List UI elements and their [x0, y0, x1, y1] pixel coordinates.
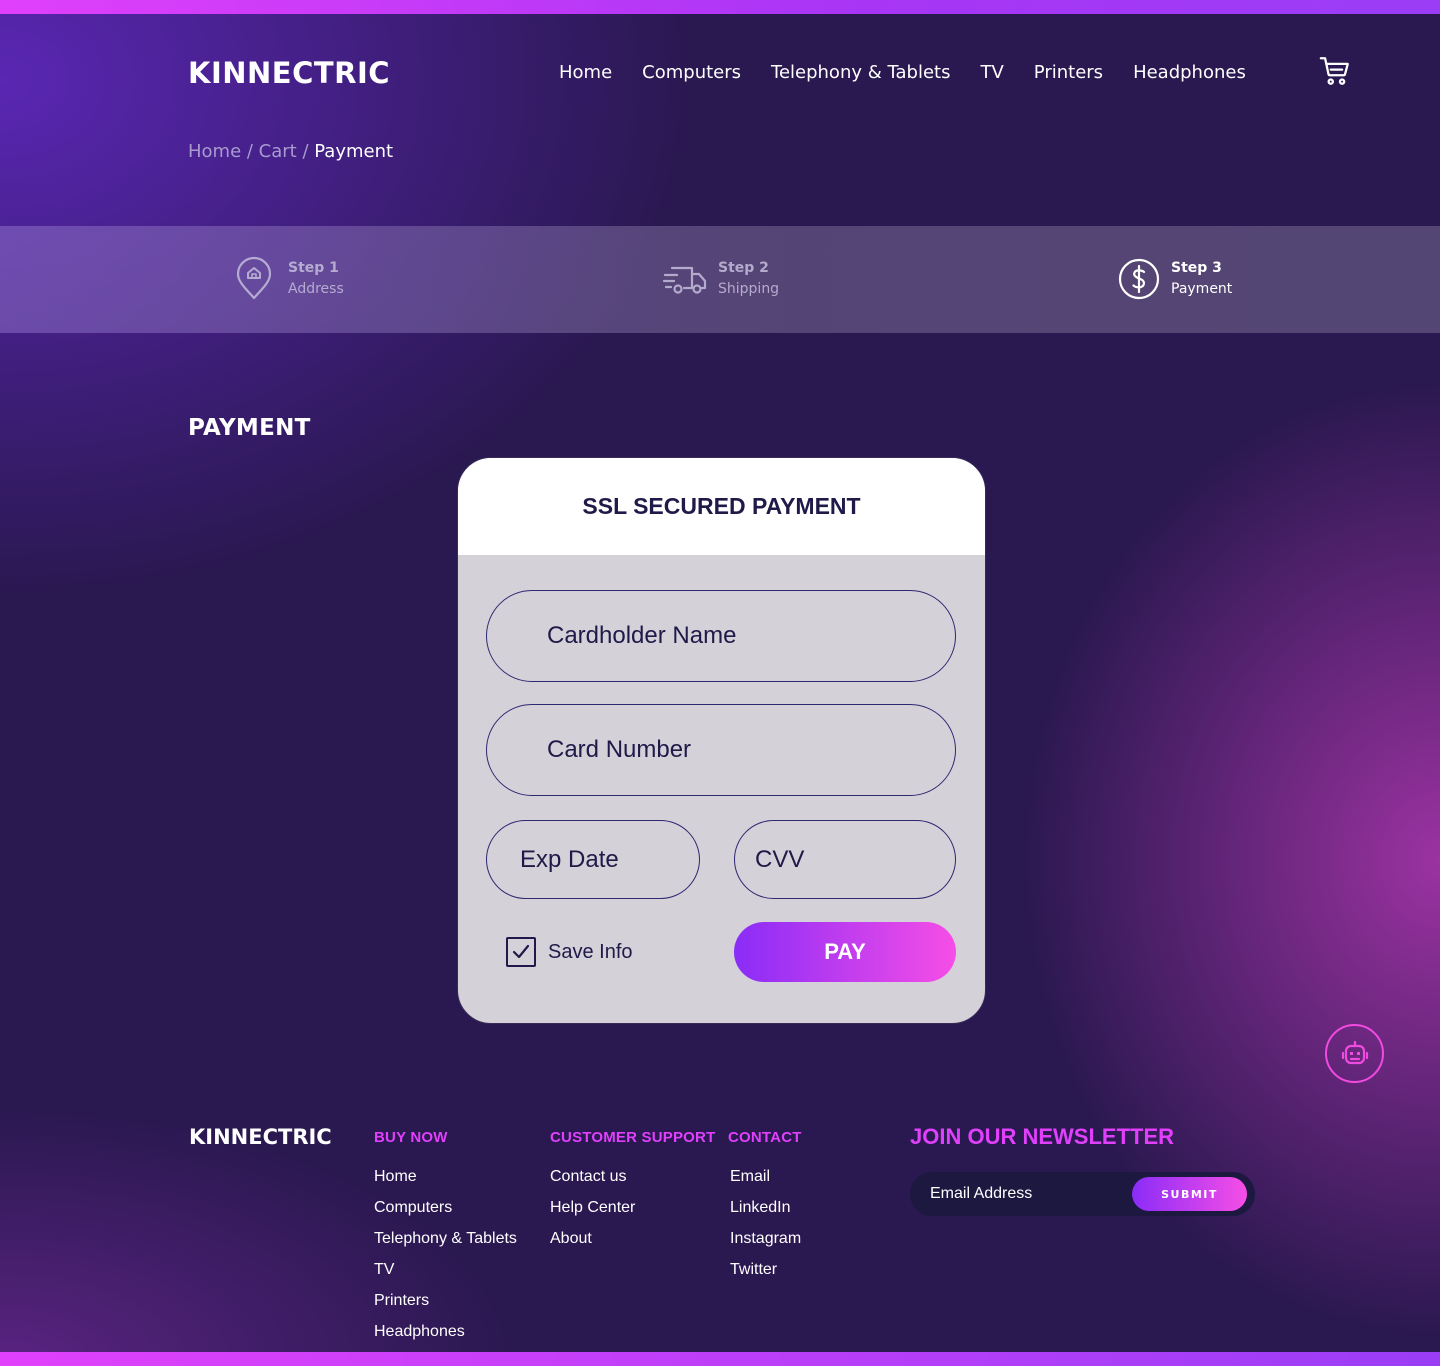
step-name: Payment — [1171, 281, 1233, 297]
breadcrumb-cart[interactable]: Cart — [259, 141, 297, 162]
footer-link-about[interactable]: About — [550, 1230, 715, 1261]
cardholder-name-field[interactable]: Cardholder Name — [486, 590, 956, 682]
save-info-checkbox[interactable] — [506, 937, 536, 967]
newsletter-form: Email Address SUBMIT — [910, 1172, 1255, 1216]
footer-link-home[interactable]: Home — [374, 1168, 517, 1199]
footer-logo[interactable]: KINNECTRIC — [189, 1125, 332, 1149]
breadcrumb-home[interactable]: Home — [188, 141, 241, 162]
location-pin-icon — [232, 256, 278, 302]
step-name: Address — [288, 281, 344, 297]
nav-headphones[interactable]: Headphones — [1133, 62, 1246, 83]
footer-link-linkedin[interactable]: LinkedIn — [730, 1199, 802, 1230]
delivery-truck-icon — [662, 256, 708, 302]
dollar-circle-icon — [1115, 256, 1161, 302]
footer-customer-support: CUSTOMER SUPPORT Contact us Help Center … — [550, 1129, 715, 1261]
breadcrumb: Home / Cart / Payment — [188, 141, 393, 162]
nav-computers[interactable]: Computers — [642, 62, 741, 83]
footer-link-tv[interactable]: TV — [374, 1261, 517, 1292]
page-title: PAYMENT — [188, 415, 311, 441]
footer-link-contact-us[interactable]: Contact us — [550, 1168, 715, 1199]
card-number-field[interactable]: Card Number — [486, 704, 956, 796]
footer-heading: CONTACT — [728, 1129, 802, 1146]
cardholder-name-placeholder: Cardholder Name — [547, 622, 737, 649]
footer-heading: CUSTOMER SUPPORT — [550, 1129, 716, 1146]
nav-tv[interactable]: TV — [980, 62, 1003, 83]
exp-date-placeholder: Exp Date — [520, 845, 619, 873]
checkout-steps: Step 1 Address Step 2 Shipping Step 3 Payme… — [0, 226, 1440, 333]
payment-card-header: SSL SECURED PAYMENT — [458, 458, 985, 555]
footer-link-computers[interactable]: Computers — [374, 1199, 517, 1230]
footer-link-help-center[interactable]: Help Center — [550, 1199, 715, 1230]
step-label: Step 3 — [1171, 260, 1222, 276]
breadcrumb-separator: / — [296, 141, 315, 162]
site-logo[interactable]: KINNECTRIC — [188, 56, 390, 90]
footer-heading: BUY NOW — [374, 1129, 448, 1146]
newsletter-submit-button[interactable]: SUBMIT — [1132, 1177, 1247, 1211]
footer-link-twitter[interactable]: Twitter — [730, 1261, 802, 1292]
payment-card: SSL SECURED PAYMENT Cardholder Name Card… — [457, 457, 986, 1024]
step-address[interactable]: Step 1 Address — [232, 256, 344, 302]
cvv-field[interactable]: CVV — [734, 820, 956, 899]
footer-link-instagram[interactable]: Instagram — [730, 1230, 802, 1261]
top-accent-bar — [0, 0, 1440, 14]
footer-buy-now: BUY NOW Home Computers Telephony & Table… — [374, 1129, 517, 1354]
footer-link-email[interactable]: Email — [730, 1168, 802, 1199]
nav-home[interactable]: Home — [559, 62, 612, 83]
step-payment[interactable]: Step 3 Payment — [1115, 256, 1232, 302]
step-name: Shipping — [718, 281, 780, 297]
nav-telephony-tablets[interactable]: Telephony & Tablets — [771, 62, 950, 83]
exp-date-field[interactable]: Exp Date — [486, 820, 700, 899]
cvv-placeholder: CVV — [755, 845, 805, 873]
checkmark-icon — [512, 944, 530, 959]
save-info-option: Save Info — [506, 937, 633, 967]
nav-printers[interactable]: Printers — [1034, 62, 1103, 83]
payment-card-title: SSL SECURED PAYMENT — [582, 493, 861, 519]
footer-link-printers[interactable]: Printers — [374, 1292, 517, 1323]
breadcrumb-current: Payment — [314, 141, 394, 162]
step-label: Step 2 — [718, 260, 769, 276]
pay-button[interactable]: PAY — [734, 922, 956, 982]
step-label: Step 1 — [288, 260, 339, 276]
main-nav: Home Computers Telephony & Tablets TV Pr… — [559, 62, 1276, 83]
breadcrumb-separator: / — [241, 141, 259, 162]
card-number-placeholder: Card Number — [547, 736, 692, 763]
newsletter-email-input[interactable]: Email Address — [930, 1185, 1032, 1203]
robot-icon[interactable] — [1325, 1024, 1384, 1083]
cart-icon[interactable] — [1318, 54, 1352, 88]
step-shipping[interactable]: Step 2 Shipping — [662, 256, 779, 302]
save-info-label: Save Info — [548, 940, 633, 963]
footer-contact: CONTACT Email LinkedIn Instagram Twitter — [728, 1129, 802, 1292]
bottom-accent-bar — [0, 1352, 1440, 1366]
footer-link-headphones[interactable]: Headphones — [374, 1323, 517, 1354]
newsletter-title: JOIN OUR NEWSLETTER — [910, 1124, 1175, 1149]
footer-link-telephony-tablets[interactable]: Telephony & Tablets — [374, 1230, 517, 1261]
